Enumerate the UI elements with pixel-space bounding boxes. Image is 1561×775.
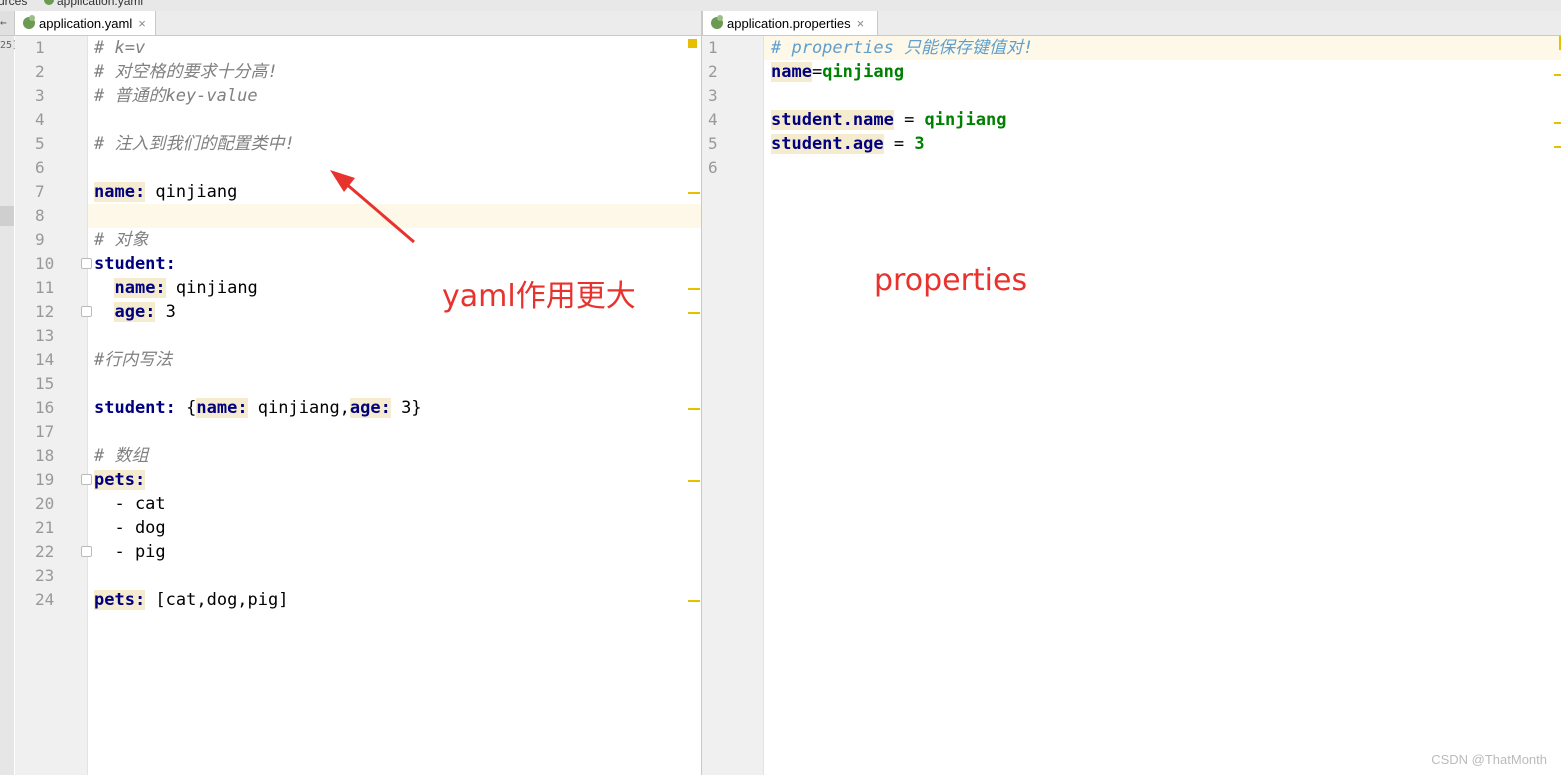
annotation-arrow (330, 170, 415, 244)
watermark: CSDN @ThatMonth (1431, 752, 1547, 767)
arrow-shaft (343, 180, 415, 244)
properties-annotation: properties (874, 263, 1028, 298)
yaml-annotation: yaml作用更大 (442, 279, 636, 314)
